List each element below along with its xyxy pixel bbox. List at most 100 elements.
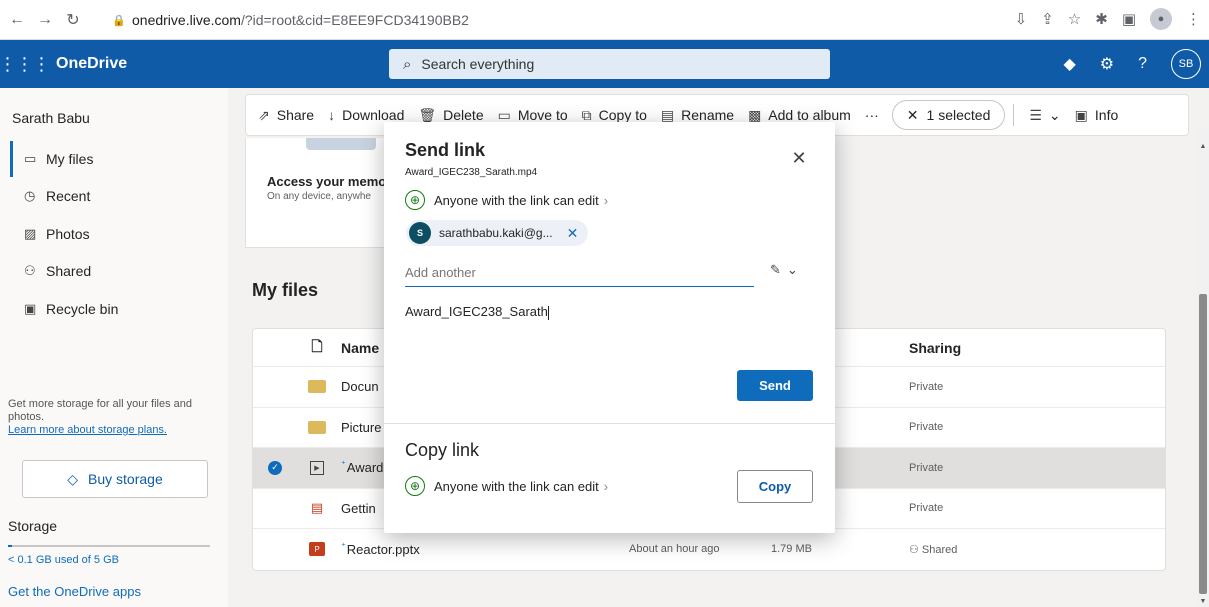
left-navigation: Sarath Babu ▭ My files ◷ Recent ▨ Photos… <box>0 88 228 607</box>
new-file-sparkle-icon: ⁺ <box>341 541 346 551</box>
header-actions: ◆ ⚙ ? SB <box>1063 49 1201 79</box>
row-checkbox[interactable]: ✓ <box>253 460 297 475</box>
copy-button[interactable]: Copy <box>737 470 813 503</box>
pdf-file-icon: ▤ <box>310 500 324 516</box>
forward-arrow-icon[interactable]: → <box>34 9 56 31</box>
more-actions-button[interactable]: ··· <box>858 94 886 136</box>
send-link-dialog: Send link Award_IGEC238_Sarath.mp4 ✕ ⊕ A… <box>384 122 835 533</box>
chevron-right-icon: › <box>603 478 609 494</box>
sidebar-item-recycle-bin[interactable]: ▣ Recycle bin <box>10 291 220 327</box>
url-domain: onedrive.live.com <box>132 12 241 28</box>
file-type-header-icon[interactable]: 🗋 <box>297 336 337 360</box>
share-button[interactable]: ⇗ Share <box>246 94 321 136</box>
vertical-scrollbar[interactable]: ▲ ▼ <box>1197 128 1209 607</box>
move-to-label: Move to <box>517 107 568 123</box>
message-textarea[interactable]: Award_IGEC238_Sarath <box>405 304 815 320</box>
view-list-icon: ☰ <box>1029 106 1042 123</box>
scrollbar-thumb[interactable] <box>1199 294 1207 594</box>
buy-storage-button[interactable]: ◇ Buy storage <box>22 460 208 498</box>
extensions-puzzle-icon[interactable]: ✱ <box>1095 10 1108 28</box>
file-sharing: Private <box>909 380 944 393</box>
recipient-chip[interactable]: S sarathbabu.kaki@g... ✕ <box>406 220 589 246</box>
chevron-down-icon: ⌄ <box>1048 106 1061 123</box>
scroll-down-arrow-icon[interactable]: ▼ <box>1197 595 1209 607</box>
search-placeholder: Search everything <box>421 56 535 72</box>
storage-used[interactable]: < 0.1 GB used of 5 GB <box>8 554 119 566</box>
app-name[interactable]: OneDrive <box>56 55 127 73</box>
chevron-right-icon: › <box>603 192 609 208</box>
address-bar[interactable]: 🔒 onedrive.live.com /?id=root&cid=E8EE9F… <box>112 7 582 33</box>
folder-icon: ▭ <box>24 151 37 166</box>
sidebar-item-photos[interactable]: ▨ Photos <box>10 216 220 252</box>
album-icon: ▩ <box>748 106 762 123</box>
close-icon[interactable]: ✕ <box>789 148 809 168</box>
copy-link-permission-setting[interactable]: ⊕ Anyone with the link can edit › <box>405 476 608 496</box>
install-app-icon[interactable]: ⇩ <box>1015 10 1028 28</box>
user-avatar[interactable]: SB <box>1171 49 1201 79</box>
add-recipient-input[interactable] <box>405 259 754 287</box>
browser-menu-icon[interactable]: ⋮ <box>1186 10 1201 28</box>
powerpoint-file-icon: P <box>297 542 337 557</box>
copy-permission-label: Anyone with the link can edit <box>434 478 599 494</box>
sidebar-item-label: Photos <box>46 226 90 242</box>
globe-icon: ⊕ <box>405 476 425 496</box>
send-button[interactable]: Send <box>737 370 813 401</box>
settings-gear-icon[interactable]: ⚙ <box>1100 54 1114 74</box>
view-options-button[interactable]: ☰ ⌄ <box>1022 94 1067 136</box>
reload-icon[interactable]: ↻ <box>62 9 84 31</box>
chevron-down-icon: ⌄ <box>786 262 798 277</box>
search-icon: ⌕ <box>403 55 412 73</box>
share-page-icon[interactable]: ⇪ <box>1041 10 1054 28</box>
user-name: Sarath Babu <box>12 110 90 126</box>
info-button[interactable]: ▣ Info <box>1068 94 1126 136</box>
app-header: ⋮⋮⋮ OneDrive ⌕ Search everything ◆ ⚙ ? S… <box>0 40 1209 88</box>
storage-title[interactable]: Storage <box>8 518 57 534</box>
rename-label: Rename <box>681 107 735 123</box>
banner-subtitle: On any device, anywhe <box>267 191 371 202</box>
clock-icon: ◷ <box>24 188 36 203</box>
bookmark-star-icon[interactable]: ☆ <box>1068 10 1081 28</box>
table-row[interactable]: P ⁺Reactor.pptx About an hour ago 1.79 M… <box>253 529 1165 570</box>
copy-to-label: Copy to <box>598 107 647 123</box>
file-name[interactable]: ⁺Reactor.pptx <box>337 542 617 557</box>
sidebar-item-recent[interactable]: ◷ Recent <box>10 178 220 214</box>
buy-storage-label: Buy storage <box>88 471 163 487</box>
recycle-bin-icon: ▣ <box>24 301 37 316</box>
link-permission-setting[interactable]: ⊕ Anyone with the link can edit › <box>405 190 608 210</box>
copy-icon: ⧉ <box>581 106 592 123</box>
side-panel-icon[interactable]: ▣ <box>1122 10 1136 28</box>
message-text: Award_IGEC238_Sarath <box>405 304 548 319</box>
rename-icon: ▤ <box>660 106 675 123</box>
storage-plans-link[interactable]: Learn more about storage plans. <box>8 424 218 437</box>
remove-recipient-icon[interactable]: ✕ <box>567 225 579 242</box>
browser-profile-icon[interactable]: ● <box>1150 8 1172 30</box>
search-input[interactable]: ⌕ Search everything <box>389 49 830 79</box>
delete-label: Delete <box>443 107 484 123</box>
permission-label: Anyone with the link can edit <box>434 192 599 208</box>
close-icon: ✕ <box>906 106 919 123</box>
lock-icon: 🔒 <box>112 14 126 27</box>
new-file-sparkle-icon: ⁺ <box>341 460 346 470</box>
sidebar-item-label: Recycle bin <box>46 301 119 317</box>
recipient-email: sarathbabu.kaki@g... <box>439 226 553 240</box>
storage-promo: Get more storage for all your files and … <box>8 398 218 437</box>
video-file-icon: ▶ <box>297 460 337 475</box>
text-cursor <box>547 305 549 320</box>
recipient-permission-dropdown[interactable]: ✎ ⌄ <box>770 262 798 278</box>
column-header-sharing[interactable]: Sharing <box>909 340 961 356</box>
powerpoint-file-icon: P <box>309 542 325 557</box>
file-sharing-text: Shared <box>921 543 958 556</box>
checkmark-icon: ✓ <box>268 460 282 475</box>
app-launcher-waffle-icon[interactable]: ⋮⋮⋮ <box>0 40 51 88</box>
sidebar-item-shared[interactable]: ⚇ Shared <box>10 253 220 289</box>
selection-count-button[interactable]: ✕ 1 selected <box>891 100 1006 130</box>
share-icon: ⇗ <box>258 106 270 123</box>
scroll-up-arrow-icon[interactable]: ▲ <box>1197 140 1209 152</box>
sidebar-item-label: Shared <box>46 263 92 279</box>
help-icon[interactable]: ? <box>1138 55 1147 73</box>
premium-diamond-icon[interactable]: ◆ <box>1063 54 1075 74</box>
get-apps-link[interactable]: Get the OneDrive apps <box>8 584 141 599</box>
back-arrow-icon[interactable]: ← <box>6 9 28 31</box>
sidebar-item-my-files[interactable]: ▭ My files <box>10 141 220 177</box>
file-name-text: Award <box>346 460 384 476</box>
